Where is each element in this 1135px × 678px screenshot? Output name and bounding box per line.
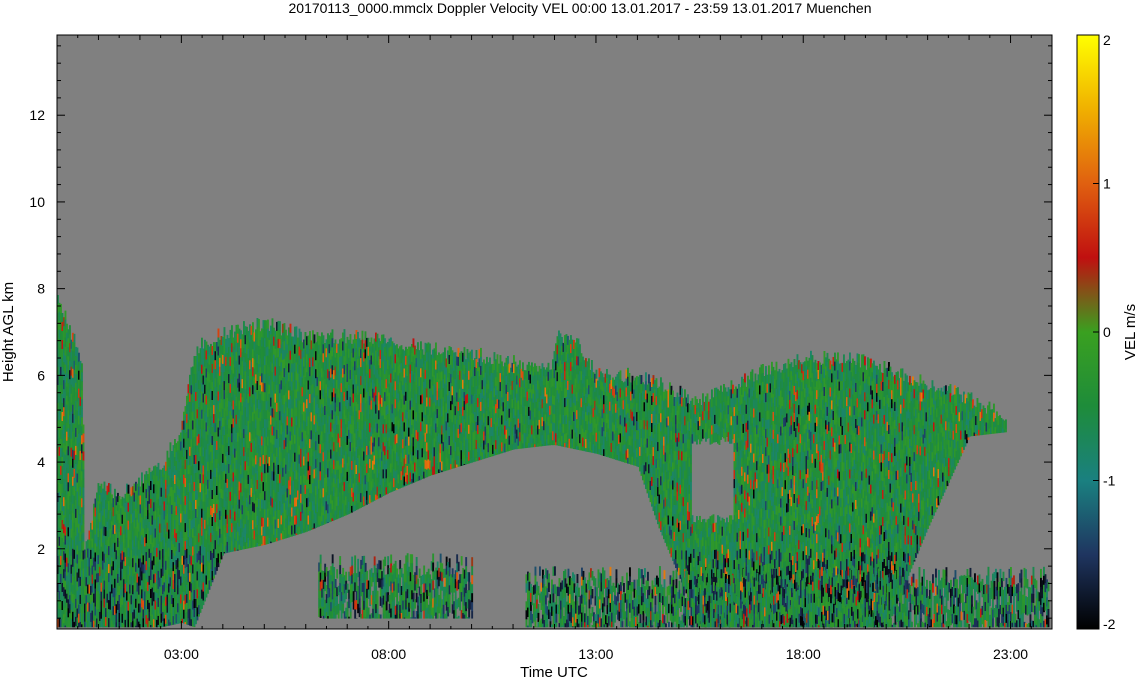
chart-title: 20170113_0000.mmclx Doppler Velocity VEL… bbox=[289, 0, 872, 16]
echo-cell bbox=[64, 310, 67, 320]
echo-cell bbox=[252, 322, 254, 332]
echo-cell bbox=[327, 522, 329, 523]
echo-cell bbox=[213, 576, 215, 579]
echo-cell bbox=[82, 460, 85, 470]
echo-cell bbox=[211, 580, 214, 583]
echo-cell bbox=[82, 496, 85, 506]
echo-cell bbox=[73, 333, 76, 344]
echo-cell bbox=[81, 399, 83, 409]
echo-cell bbox=[198, 614, 200, 617]
echo-cell bbox=[199, 609, 202, 613]
echo-cell bbox=[331, 329, 334, 339]
echo-cell bbox=[82, 478, 85, 488]
echo-cell bbox=[217, 328, 220, 338]
echo-cell bbox=[109, 483, 112, 494]
echo-cell bbox=[78, 352, 80, 363]
echo-cell bbox=[81, 372, 83, 382]
echo-cell bbox=[82, 541, 85, 551]
echo-cell bbox=[127, 484, 130, 495]
echo-cell bbox=[223, 327, 226, 337]
echo-cell bbox=[82, 442, 85, 452]
echo-cell bbox=[82, 523, 85, 533]
doppler-velocity-chart: 20170113_0000.mmclx Doppler Velocity VEL… bbox=[0, 0, 1135, 678]
echo-cell bbox=[81, 408, 83, 418]
echo-cell bbox=[322, 524, 325, 525]
echo-cell bbox=[82, 469, 85, 479]
echo-cell bbox=[300, 331, 302, 342]
echo-cell bbox=[81, 363, 83, 373]
echo-cell bbox=[349, 334, 352, 344]
echo-cell bbox=[271, 318, 274, 328]
echo-cell bbox=[82, 505, 85, 515]
echo-cell bbox=[289, 323, 292, 334]
echo-cell bbox=[361, 330, 364, 341]
echo-cell bbox=[141, 472, 143, 482]
echo-cell bbox=[309, 331, 311, 341]
echo-cell bbox=[82, 487, 85, 497]
echo-cell bbox=[169, 442, 172, 452]
echo-cell bbox=[82, 532, 85, 542]
echo-cell bbox=[231, 325, 233, 335]
echo-cell bbox=[363, 505, 365, 507]
echo-cell bbox=[205, 593, 208, 598]
echo-cell bbox=[81, 390, 83, 400]
echo-cell bbox=[138, 477, 140, 487]
echo-cell bbox=[193, 626, 196, 628]
echo-cell bbox=[267, 319, 269, 329]
echo-cell bbox=[279, 321, 281, 331]
echo-cell bbox=[295, 326, 298, 336]
echo-cell bbox=[82, 424, 85, 434]
echo-cell bbox=[82, 514, 85, 524]
echo-cell bbox=[82, 433, 85, 443]
echo-cell bbox=[204, 600, 206, 602]
echo-cell bbox=[69, 325, 71, 335]
echo-cell bbox=[216, 567, 218, 571]
echo-cell bbox=[258, 319, 260, 329]
echo-cell bbox=[103, 481, 106, 491]
echo-cell bbox=[201, 337, 203, 348]
echo-cell bbox=[81, 381, 83, 391]
echo-cell bbox=[343, 329, 346, 339]
echo-cell bbox=[201, 607, 203, 609]
echo-cell bbox=[82, 451, 85, 461]
echo-cell bbox=[196, 616, 199, 621]
plot-area bbox=[57, 35, 1052, 629]
echo-cell bbox=[60, 303, 62, 314]
